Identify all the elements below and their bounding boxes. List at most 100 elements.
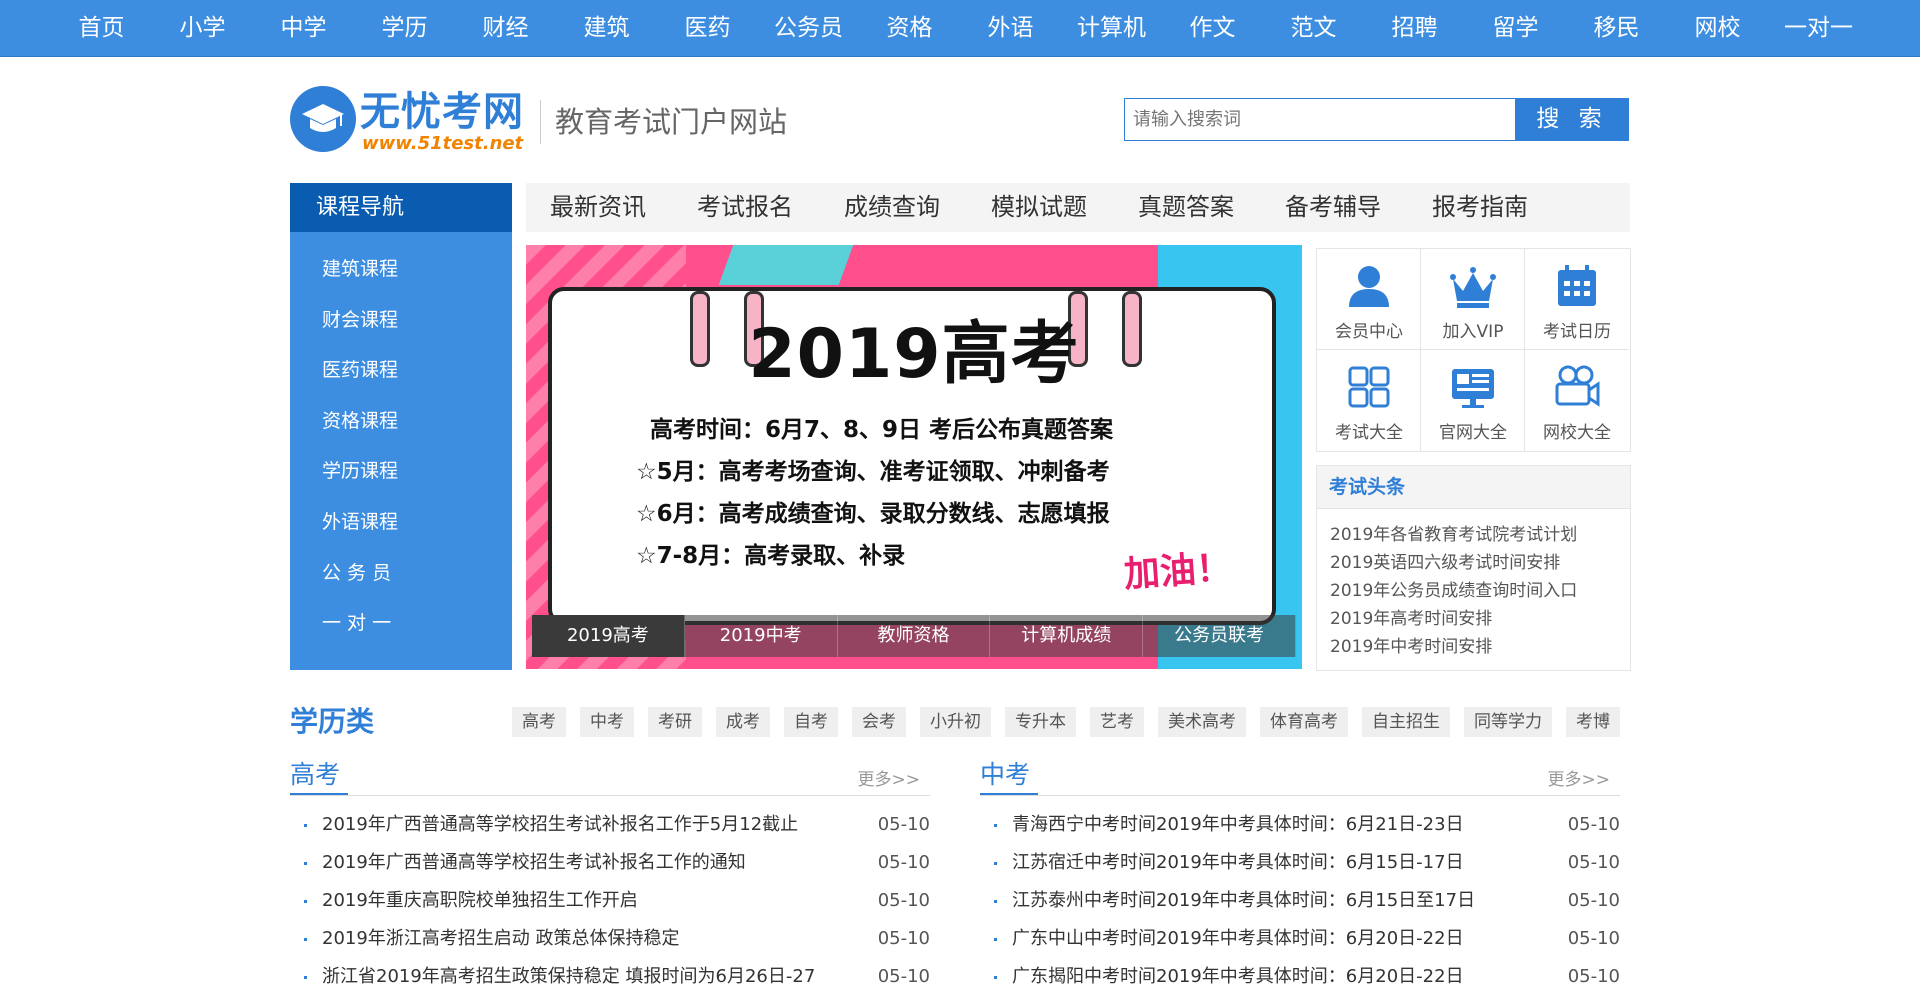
top-nav-finance[interactable]: 财经 <box>455 0 556 56</box>
list-item-text: 广东中山中考时间2019年中考具体时间：6月20日-22日 <box>1012 928 1464 949</box>
course-item-accounting[interactable]: 财会课程 <box>290 295 512 346</box>
top-nav-recruit[interactable]: 招聘 <box>1364 0 1465 56</box>
list-item[interactable]: 江苏泰州中考时间2019年中考具体时间：6月15日至17日 05-10 <box>980 882 1620 920</box>
headline-item[interactable]: 2019年各省教育考试院考试计划 <box>1330 521 1630 549</box>
logo-url: www.51test.net <box>362 133 524 154</box>
subnav-latest-news[interactable]: 最新资讯 <box>550 183 646 232</box>
list-item[interactable]: 江苏宿迁中考时间2019年中考具体时间：6月15日-17日 05-10 <box>980 844 1620 882</box>
top-nav-study-abroad[interactable]: 留学 <box>1465 0 1566 56</box>
edu-tag[interactable]: 会考 <box>852 707 906 737</box>
list-item-text: 2019年广西普通高等学校招生考试补报名工作于5月12截止 <box>322 814 799 835</box>
top-nav-immigration[interactable]: 移民 <box>1566 0 1667 56</box>
banner-carousel[interactable]: 2019高考 高考时间：6月7、8、9日 考后公布真题答案 ☆5月：高考考场查询… <box>526 245 1302 669</box>
top-nav-sample[interactable]: 范文 <box>1263 0 1364 56</box>
banner-tabs: 2019高考 2019中考 教师资格 计算机成绩 公务员联考 <box>532 615 1296 657</box>
top-nav-construction[interactable]: 建筑 <box>556 0 657 56</box>
list-item[interactable]: 2019年广西普通高等学校招生考试补报名工作的通知 05-10 <box>290 844 930 882</box>
subnav-exam-guide[interactable]: 报考指南 <box>1432 183 1528 232</box>
site-logo[interactable]: 无忧考网 www.51test.net <box>290 86 526 154</box>
headline-item[interactable]: 2019年公务员成绩查询时间入口 <box>1330 577 1630 605</box>
list-item[interactable]: 2019年重庆高职院校单独招生工作开启 05-10 <box>290 882 930 920</box>
course-item-qualification[interactable]: 资格课程 <box>290 396 512 447</box>
exam-directory-label: 考试大全 <box>1335 423 1403 443</box>
official-sites-link[interactable]: 官网大全 <box>1421 350 1525 451</box>
site-tagline: 教育考试门户网站 <box>540 100 787 144</box>
exam-calendar-link[interactable]: 考试日历 <box>1525 249 1629 350</box>
secondary-nav-list: 最新资讯 考试报名 成绩查询 模拟试题 真题答案 备考辅导 报考指南 <box>526 183 1630 232</box>
secondary-navigation: 最新资讯 考试报名 成绩查询 模拟试题 真题答案 备考辅导 报考指南 <box>526 183 1630 232</box>
top-nav-computer[interactable]: 计算机 <box>1061 0 1162 56</box>
top-nav-home[interactable]: 首页 <box>51 0 152 56</box>
join-vip-link[interactable]: 加入VIP <box>1421 249 1525 350</box>
list-item[interactable]: 广东中山中考时间2019年中考具体时间：6月20日-22日 05-10 <box>980 920 1620 958</box>
top-nav-one-on-one[interactable]: 一对一 <box>1768 0 1869 56</box>
gaokao-title: 高考 <box>290 757 349 795</box>
headline-item[interactable]: 2019英语四六级考试时间安排 <box>1330 549 1630 577</box>
list-item-date: 05-10 <box>1567 890 1620 911</box>
course-item-medicine[interactable]: 医药课程 <box>290 345 512 396</box>
edu-tag[interactable]: 中考 <box>580 707 634 737</box>
list-item[interactable]: 青海西宁中考时间2019年中考具体时间：6月21日-23日 05-10 <box>980 806 1620 844</box>
subnav-mock-tests[interactable]: 模拟试题 <box>991 183 1087 232</box>
edu-tag[interactable]: 考博 <box>1566 707 1620 737</box>
edu-tag[interactable]: 自考 <box>784 707 838 737</box>
gaokao-more-link[interactable]: 更多>> <box>858 765 921 790</box>
top-nav-foreign-language[interactable]: 外语 <box>960 0 1061 56</box>
edu-tag[interactable]: 考研 <box>648 707 702 737</box>
search-input[interactable] <box>1124 98 1520 141</box>
edu-tag[interactable]: 自主招生 <box>1362 707 1450 737</box>
list-item-date: 05-10 <box>1567 966 1620 987</box>
edu-tag[interactable]: 高考 <box>512 707 566 737</box>
edu-tag[interactable]: 美术高考 <box>1158 707 1246 737</box>
list-item[interactable]: 浙江省2019年高考招生政策保持稳定 填报时间为6月26日-27 05-10 <box>290 958 930 996</box>
top-nav-qualification[interactable]: 资格 <box>859 0 960 56</box>
banner-tab-teacher[interactable]: 教师资格 <box>837 615 991 657</box>
course-item-construction[interactable]: 建筑课程 <box>290 244 512 295</box>
list-item-date: 05-10 <box>1567 814 1620 835</box>
course-item-degree[interactable]: 学历课程 <box>290 446 512 497</box>
course-item-foreign-language[interactable]: 外语课程 <box>290 497 512 548</box>
list-item-date: 05-10 <box>877 814 930 835</box>
edu-tag[interactable]: 小升初 <box>920 707 991 737</box>
top-nav-middle[interactable]: 中学 <box>253 0 354 56</box>
subnav-prep-guidance[interactable]: 备考辅导 <box>1285 183 1381 232</box>
online-schools-link[interactable]: 网校大全 <box>1525 350 1629 451</box>
join-vip-label: 加入VIP <box>1442 322 1504 342</box>
edu-tag[interactable]: 专升本 <box>1005 707 1076 737</box>
banner-tab-zhongkao[interactable]: 2019中考 <box>684 615 838 657</box>
top-nav-essay[interactable]: 作文 <box>1162 0 1263 56</box>
banner-tab-civil-servant[interactable]: 公务员联考 <box>1143 615 1296 657</box>
top-nav-degree[interactable]: 学历 <box>354 0 455 56</box>
banner-tab-gaokao[interactable]: 2019高考 <box>532 615 685 657</box>
quick-links-grid: 会员中心 加入VIP 考试日历 考试大全 官网大全 网校大全 <box>1316 248 1631 452</box>
exam-directory-link[interactable]: 考试大全 <box>1317 350 1421 451</box>
top-nav-primary[interactable]: 小学 <box>152 0 253 56</box>
member-center-label: 会员中心 <box>1335 322 1403 342</box>
online-schools-label: 网校大全 <box>1543 423 1611 443</box>
edu-tag[interactable]: 艺考 <box>1090 707 1144 737</box>
course-item-civil-servant[interactable]: 公 务 员 <box>290 548 512 599</box>
top-nav-medicine[interactable]: 医药 <box>657 0 758 56</box>
search-button[interactable]: 搜 索 <box>1515 98 1629 141</box>
list-item-text: 2019年浙江高考招生启动 政策总体保持稳定 <box>322 928 680 949</box>
zhongkao-more-link[interactable]: 更多>> <box>1548 765 1611 790</box>
top-nav-online-school[interactable]: 网校 <box>1667 0 1768 56</box>
subnav-past-answers[interactable]: 真题答案 <box>1138 183 1234 232</box>
course-nav-title: 课程导航 <box>290 183 512 232</box>
banner-tab-computer[interactable]: 计算机成绩 <box>990 615 1144 657</box>
edu-tag[interactable]: 同等学力 <box>1464 707 1552 737</box>
subnav-score-query[interactable]: 成绩查询 <box>844 183 940 232</box>
exam-calendar-label: 考试日历 <box>1543 322 1611 342</box>
top-nav-civil-servant[interactable]: 公务员 <box>758 0 859 56</box>
edu-tag[interactable]: 成考 <box>716 707 770 737</box>
list-item-date: 05-10 <box>877 852 930 873</box>
edu-tag[interactable]: 体育高考 <box>1260 707 1348 737</box>
subnav-registration[interactable]: 考试报名 <box>697 183 793 232</box>
list-item[interactable]: 广东揭阳中考时间2019年中考具体时间：6月20日-22日 05-10 <box>980 958 1620 996</box>
list-item[interactable]: 2019年浙江高考招生启动 政策总体保持稳定 05-10 <box>290 920 930 958</box>
list-item[interactable]: 2019年广西普通高等学校招生考试补报名工作于5月12截止 05-10 <box>290 806 930 844</box>
headline-item[interactable]: 2019年中考时间安排 <box>1330 633 1630 661</box>
headline-item[interactable]: 2019年高考时间安排 <box>1330 605 1630 633</box>
course-item-one-on-one[interactable]: 一 对 一 <box>290 598 512 649</box>
member-center-link[interactable]: 会员中心 <box>1317 249 1421 350</box>
